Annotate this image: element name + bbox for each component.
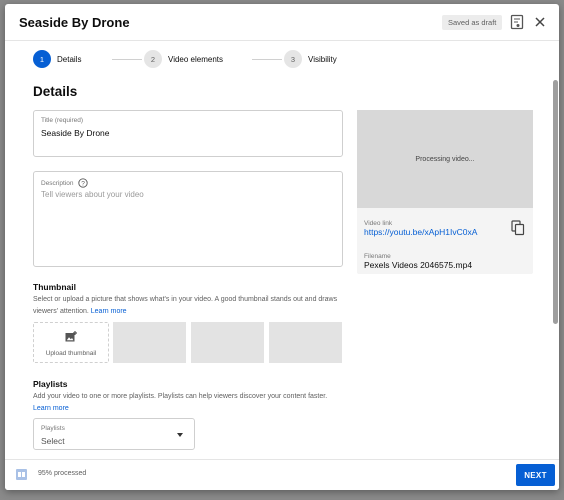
step-connector <box>252 59 282 60</box>
processing-icon <box>16 469 27 480</box>
playlists-heading: Playlists <box>33 379 68 389</box>
description-field-label: Description ? <box>41 178 88 188</box>
video-preview-card: Processing video... Video link https://y… <box>357 110 533 274</box>
step-number: 3 <box>284 50 302 68</box>
upload-thumbnail-button[interactable]: Upload thumbnail <box>33 322 109 363</box>
thumbnail-option-3[interactable] <box>269 322 342 363</box>
thumbnail-option-1[interactable] <box>113 322 186 363</box>
playlists-select[interactable]: Playlists Select <box>33 418 195 450</box>
title-field-label: Title (required) <box>41 117 84 124</box>
title-field[interactable]: Title (required) Seaside By Drone <box>33 110 343 157</box>
svg-text:?: ? <box>81 180 85 187</box>
dialog-header: Seaside By Drone Saved as draft <box>5 4 559 41</box>
processing-video-text: Processing video... <box>415 155 475 163</box>
step-number: 2 <box>144 50 162 68</box>
step-visibility[interactable]: 3 Visibility <box>284 49 337 69</box>
filename-value: Pexels Videos 2046575.mp4 <box>364 260 473 270</box>
details-heading: Details <box>33 84 78 99</box>
step-number: 1 <box>33 50 51 68</box>
dialog-footer: 95% processed NEXT <box>5 459 559 490</box>
close-icon[interactable] <box>531 13 549 31</box>
scrollbar-thumb[interactable] <box>553 80 558 324</box>
dropdown-caret-icon <box>177 433 183 437</box>
playlists-description-text: Add your video to one or more playlists.… <box>33 393 328 400</box>
draft-status-badge: Saved as draft <box>442 15 503 30</box>
playlists-select-label: Playlists <box>41 425 65 432</box>
description-label-text: Description <box>41 179 74 187</box>
step-connector <box>112 59 142 60</box>
filename-label: Filename <box>364 253 391 260</box>
upload-dialog: Seaside By Drone Saved as draft 1 Detail… <box>5 4 559 490</box>
step-label: Details <box>57 54 82 64</box>
playlists-select-value: Select <box>41 436 65 446</box>
step-details[interactable]: 1 Details <box>33 49 81 69</box>
thumbnail-description-text: Select or upload a picture that shows wh… <box>33 296 338 315</box>
title-field-value: Seaside By Drone <box>41 128 110 138</box>
copy-icon[interactable] <box>511 220 525 236</box>
thumbnail-description: Select or upload a picture that shows wh… <box>33 294 345 317</box>
dialog-title: Seaside By Drone <box>19 15 130 30</box>
processing-status: 95% processed <box>38 470 87 477</box>
thumbnail-option-2[interactable] <box>191 322 264 363</box>
info-icon[interactable]: ? <box>77 178 88 188</box>
playlists-learn-more-link[interactable]: Learn more <box>33 405 69 412</box>
description-field[interactable]: Description ? Tell viewers about your vi… <box>33 171 343 267</box>
upload-stepper: 1 Details 2 Video elements 3 Visibility <box>5 41 559 78</box>
next-button[interactable]: NEXT <box>516 464 555 486</box>
video-preview: Processing video... <box>357 110 533 208</box>
video-link[interactable]: https://youtu.be/xApH1IvC0xA <box>364 227 477 237</box>
add-photo-icon <box>65 329 77 347</box>
upload-thumbnail-label: Upload thumbnail <box>45 349 97 357</box>
playlists-description: Add your video to one or more playlists.… <box>33 391 345 414</box>
description-placeholder: Tell viewers about your video <box>41 190 144 199</box>
step-label: Video elements <box>168 54 223 64</box>
step-label: Visibility <box>308 54 337 64</box>
step-video-elements[interactable]: 2 Video elements <box>144 49 223 69</box>
video-link-label: Video link <box>364 220 393 227</box>
thumbnail-learn-more-link[interactable]: Learn more <box>91 308 127 315</box>
feedback-icon[interactable] <box>508 13 526 31</box>
thumbnail-heading: Thumbnail <box>33 282 76 292</box>
